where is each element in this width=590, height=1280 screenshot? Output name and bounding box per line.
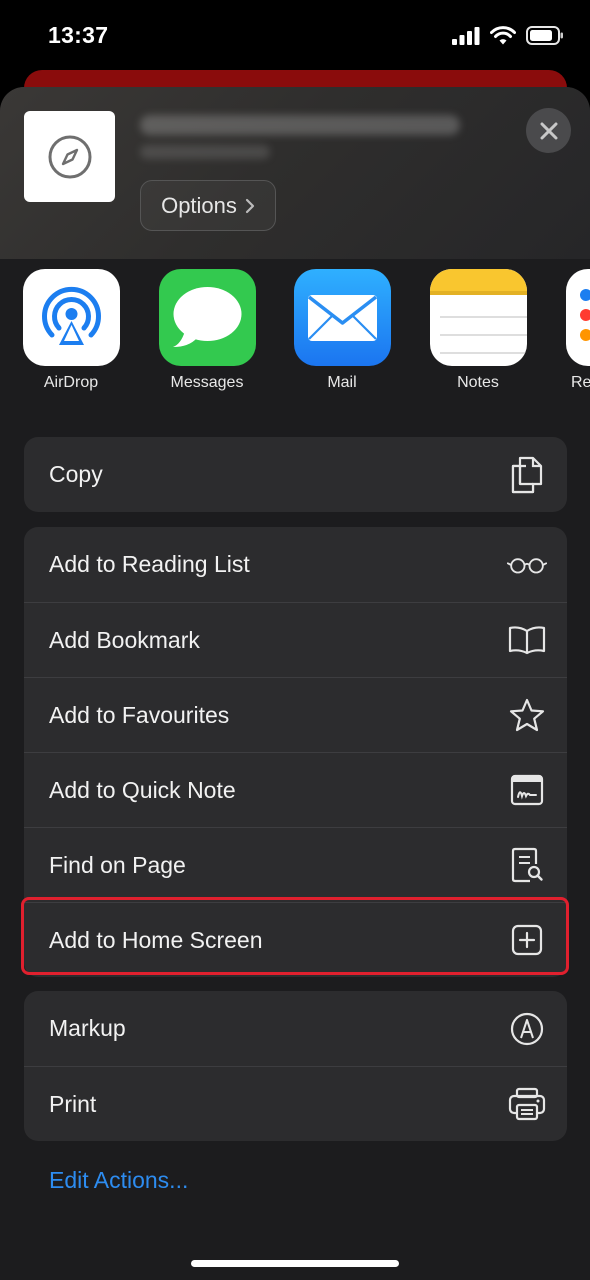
action-print[interactable]: Print: [24, 1066, 567, 1141]
options-label: Options: [161, 192, 237, 218]
action-label: Find on Page: [49, 851, 186, 878]
battery-icon: [526, 26, 563, 45]
share-app-label: Messages: [170, 374, 244, 391]
star-icon: [507, 695, 547, 735]
notes-icon: [429, 269, 527, 366]
book-icon: [507, 620, 547, 660]
printer-icon: [507, 1084, 547, 1124]
action-group-page: Add to Reading List Add Bookmark Add to …: [24, 527, 567, 977]
glasses-icon: [507, 545, 547, 585]
home-indicator[interactable]: [191, 1260, 399, 1267]
chevron-right-icon: [245, 198, 255, 213]
share-apps-row: AirDrop Messages Mail Notes Re: [0, 269, 590, 399]
mail-icon: [293, 269, 391, 366]
action-add-to-quick-note[interactable]: Add to Quick Note: [24, 752, 567, 827]
markup-icon: [507, 1009, 547, 1049]
reminders-icon: [566, 269, 590, 366]
action-label: Add to Reading List: [49, 551, 250, 577]
edit-actions-link[interactable]: Edit Actions...: [49, 1167, 188, 1194]
share-app-notes[interactable]: Notes: [418, 269, 538, 392]
blurred-page-url: [140, 145, 270, 159]
airdrop-icon: [22, 269, 120, 366]
action-label: Copy: [49, 461, 103, 487]
action-add-to-home-screen[interactable]: Add to Home Screen: [24, 902, 567, 977]
action-add-bookmark[interactable]: Add Bookmark: [24, 602, 567, 677]
share-app-label: Re: [571, 374, 590, 391]
action-find-on-page[interactable]: Find on Page: [24, 827, 567, 902]
action-label: Markup: [49, 1015, 126, 1041]
action-group-copy: Copy: [24, 437, 567, 512]
share-app-reminders[interactable]: Re: [553, 269, 590, 392]
action-group-tools: Markup Print: [24, 991, 567, 1141]
safari-compass-icon: [48, 135, 91, 178]
quick-note-icon: [507, 770, 547, 810]
share-app-label: Notes: [457, 374, 499, 391]
clock: 13:37: [48, 22, 109, 48]
blurred-page-title: [140, 115, 460, 135]
share-sheet-header: Options: [0, 87, 590, 259]
share-app-mail[interactable]: Mail: [282, 269, 402, 392]
plus-square-icon: [507, 920, 547, 960]
close-icon: [540, 122, 557, 139]
share-app-label: AirDrop: [43, 374, 99, 391]
wifi-icon: [490, 26, 516, 45]
action-label: Add Bookmark: [49, 626, 200, 653]
status-icons: [452, 26, 564, 45]
copy-icon: [507, 455, 547, 495]
share-app-airdrop[interactable]: AirDrop: [11, 269, 131, 392]
options-button[interactable]: Options: [140, 180, 276, 231]
share-app-messages[interactable]: Messages: [147, 269, 267, 392]
action-label: Add to Favourites: [49, 701, 230, 728]
action-label: Add to Home Screen: [49, 926, 263, 953]
action-copy[interactable]: Copy: [24, 437, 567, 512]
action-markup[interactable]: Markup: [24, 991, 567, 1066]
action-label: Add to Quick Note: [49, 776, 236, 803]
action-label: Print: [49, 1090, 97, 1117]
close-button[interactable]: [526, 108, 571, 153]
share-app-label: Mail: [327, 374, 357, 391]
find-page-icon: [507, 845, 547, 885]
messages-icon: [158, 269, 256, 366]
action-add-to-reading-list[interactable]: Add to Reading List: [24, 527, 567, 602]
cellular-signal-icon: [452, 26, 480, 45]
status-bar: 13:37: [0, 0, 590, 76]
website-thumbnail: [24, 111, 115, 202]
action-add-to-favourites[interactable]: Add to Favourites: [24, 677, 567, 752]
